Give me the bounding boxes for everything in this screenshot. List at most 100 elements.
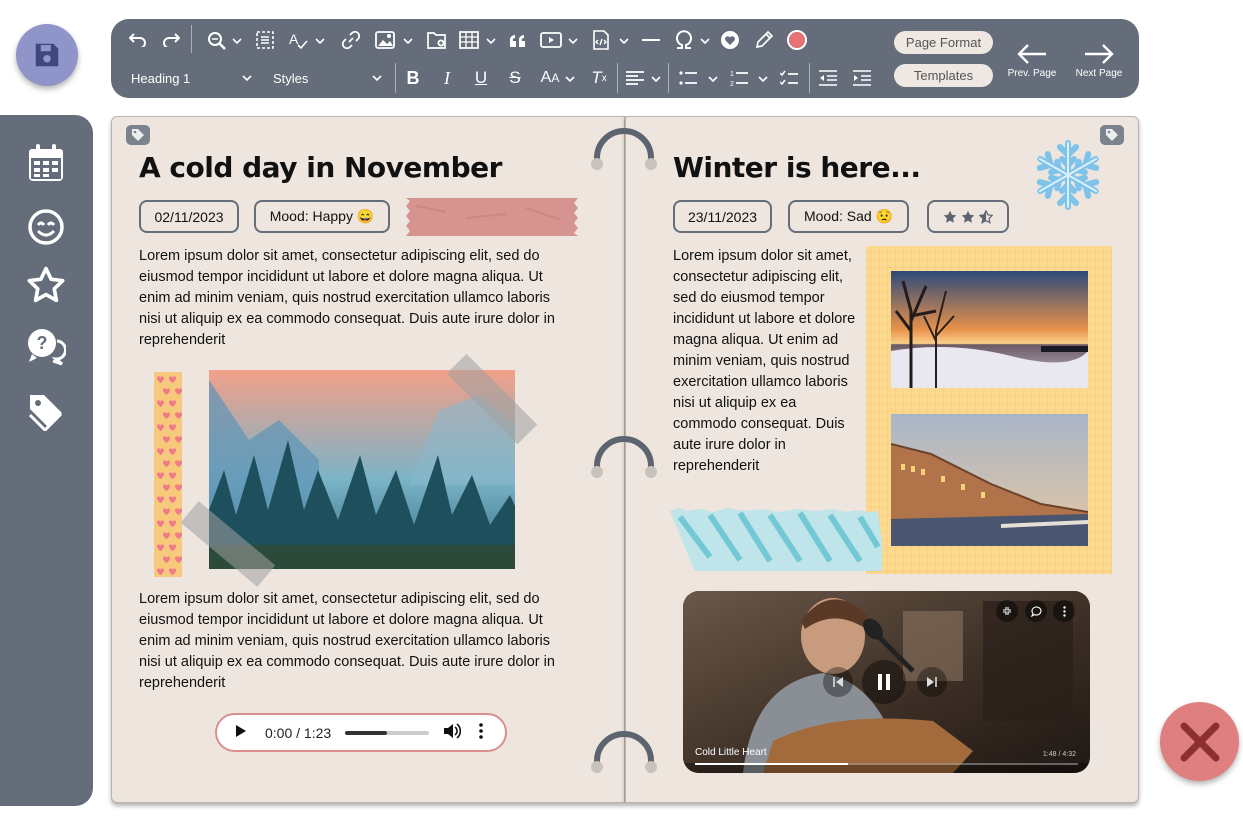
chevron-down-icon[interactable] (231, 35, 243, 47)
volume-icon[interactable] (443, 723, 462, 742)
bold-icon[interactable]: B (402, 67, 424, 89)
outdent-icon[interactable] (817, 67, 839, 89)
find-replace-icon[interactable] (205, 29, 227, 51)
source-code-icon[interactable] (590, 29, 612, 51)
comment-icon[interactable] (1025, 600, 1047, 622)
save-button[interactable] (16, 24, 78, 86)
chevron-down-icon (372, 75, 382, 82)
star-icon[interactable] (26, 265, 66, 305)
entry-title[interactable]: Winter is here... (673, 151, 921, 184)
chevron-down-icon[interactable] (402, 35, 414, 47)
templates-button[interactable]: Templates (894, 64, 993, 87)
close-button[interactable] (1160, 702, 1239, 781)
more-options-icon[interactable] (479, 723, 483, 742)
audio-progress-bar[interactable] (345, 730, 429, 735)
prev-page-button[interactable]: Prev. Page (1001, 43, 1063, 79)
help-chat-icon[interactable]: ? (26, 327, 66, 367)
tag-icon[interactable] (126, 125, 150, 145)
tags-icon[interactable] (26, 391, 66, 431)
smile-face-icon[interactable] (26, 207, 66, 247)
entry-date[interactable]: 23/11/2023 (673, 200, 772, 233)
chevron-down-icon[interactable] (699, 35, 711, 47)
mood-badge[interactable]: Mood: Happy 😄 (254, 200, 390, 233)
video-player[interactable]: Cold Little Heart 1:48 / 4:32 (683, 591, 1090, 773)
font-size-icon[interactable]: AA (537, 67, 563, 89)
chevron-down-icon[interactable] (564, 73, 576, 85)
checklist-icon[interactable] (778, 67, 800, 89)
clear-format-icon[interactable]: Tx (587, 67, 611, 89)
table-icon[interactable] (457, 29, 481, 51)
special-character-icon[interactable] (673, 29, 695, 51)
svg-text:2: 2 (730, 81, 734, 87)
winter-city-photo (891, 414, 1088, 546)
numbered-list-icon[interactable]: 12 (728, 67, 750, 89)
chevron-down-icon (242, 75, 252, 82)
pencil-icon[interactable] (753, 29, 775, 51)
styles-select-value: Styles (273, 70, 309, 86)
star-half-icon[interactable] (979, 209, 993, 224)
mood-badge[interactable]: Mood: Sad 😟 (788, 200, 909, 233)
spellcheck-icon[interactable]: A (287, 29, 309, 51)
editor-toolbar: A Heading 1 Styles B I U S AA Tx 12 Page… (111, 19, 1139, 98)
entry-paragraph[interactable]: Lorem ipsum dolor sit amet, consectetur … (139, 589, 569, 694)
bullet-list-icon[interactable] (677, 67, 699, 89)
insert-file-icon[interactable] (425, 29, 449, 51)
link-icon[interactable] (340, 29, 362, 51)
skip-previous-icon[interactable] (823, 667, 853, 697)
select-all-icon[interactable] (254, 29, 276, 51)
strikethrough-icon[interactable]: S (504, 67, 526, 89)
horizontal-line-icon[interactable] (640, 29, 662, 51)
entry-paragraph[interactable]: Lorem ipsum dolor sit amet, consectetur … (139, 246, 569, 351)
heading-select[interactable]: Heading 1 (131, 67, 253, 89)
star-rating[interactable] (927, 200, 1009, 233)
blockquote-icon[interactable] (507, 29, 529, 51)
forest-photo (209, 370, 515, 569)
chevron-down-icon[interactable] (707, 73, 719, 85)
left-journal-page: A cold day in November 02/11/2023 Mood: … (111, 116, 625, 803)
star-full-icon[interactable] (961, 210, 975, 224)
color-swatch[interactable] (787, 30, 807, 50)
styles-select[interactable]: Styles (273, 67, 383, 89)
redo-icon[interactable] (160, 30, 182, 50)
chevron-down-icon[interactable] (314, 35, 326, 47)
video-title: Cold Little Heart (695, 747, 767, 758)
prev-page-label: Prev. Page (1007, 68, 1057, 79)
svg-text:?: ? (37, 333, 48, 353)
minimize-icon[interactable] (996, 600, 1018, 622)
pause-icon[interactable] (862, 660, 906, 704)
calendar-icon[interactable] (26, 143, 66, 183)
binder-ring (591, 436, 657, 478)
align-left-icon[interactable] (624, 67, 646, 89)
skip-next-icon[interactable] (917, 667, 947, 697)
image-icon[interactable] (373, 29, 397, 51)
binder-ring (591, 731, 657, 773)
play-icon[interactable] (235, 724, 249, 741)
arrow-right-icon (1085, 44, 1114, 64)
entry-paragraph[interactable]: Lorem ipsum dolor sit amet, consectetur … (673, 246, 863, 477)
snowflake-sticker (1032, 140, 1104, 213)
svg-text:A: A (289, 31, 299, 47)
floppy-disk-icon (35, 43, 59, 67)
washi-tape-pink (406, 198, 578, 236)
star-full-icon[interactable] (943, 210, 957, 224)
next-page-label: Next Page (1075, 68, 1123, 79)
entry-date[interactable]: 02/11/2023 (139, 200, 239, 233)
media-embed-icon[interactable] (539, 29, 563, 51)
entry-title[interactable]: A cold day in November (139, 151, 502, 184)
video-time: 1:48 / 4:32 (1042, 751, 1076, 758)
page-format-button[interactable]: Page Format (894, 31, 993, 54)
heart-ribbon-sticker (154, 372, 183, 577)
indent-icon[interactable] (851, 67, 873, 89)
video-progress-bar[interactable] (695, 763, 1078, 765)
chevron-down-icon[interactable] (618, 35, 630, 47)
undo-icon[interactable] (127, 30, 149, 50)
chevron-down-icon[interactable] (650, 73, 662, 85)
chevron-down-icon[interactable] (757, 73, 769, 85)
underline-icon[interactable]: U (470, 67, 492, 89)
chevron-down-icon[interactable] (567, 35, 579, 47)
next-page-button[interactable]: Next Page (1069, 43, 1129, 79)
more-options-icon[interactable] (1053, 600, 1075, 622)
chevron-down-icon[interactable] (485, 35, 497, 47)
italic-icon[interactable]: I (436, 67, 458, 89)
heart-icon[interactable] (719, 29, 741, 51)
